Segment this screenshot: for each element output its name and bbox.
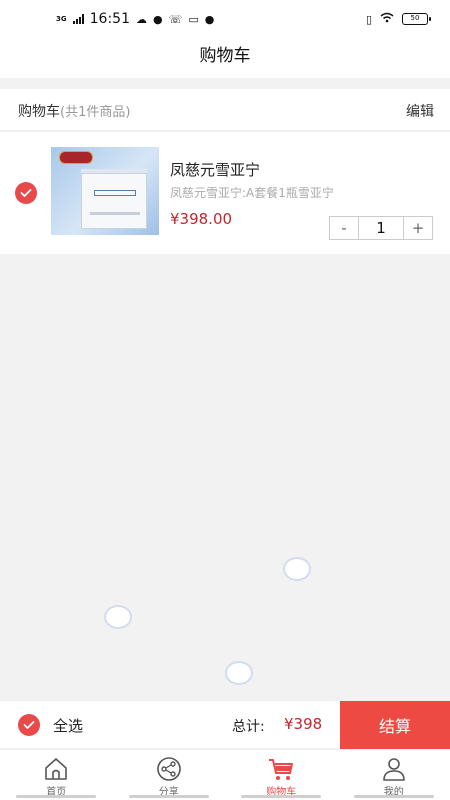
wifi-icon [380, 12, 394, 26]
phone-icon: ☏ [168, 12, 183, 26]
cloud-icon: ☁ [135, 12, 147, 26]
cart-item: 凤慈元雪亚宁 凤慈元雪亚宁:A套餐1瓶雪亚宁 ¥398.00 - 1 + [0, 132, 450, 254]
scroll-indicator [283, 557, 311, 581]
nav-bar: 购物车 [0, 38, 450, 78]
brand-logo [59, 151, 93, 164]
notification-icon: ▭ [188, 12, 199, 26]
check-icon [20, 189, 32, 197]
status-bar: 3G 16:51 ☁ ● ☏ ▭ ● ▯ 50 [0, 0, 450, 38]
product-price: ¥398.00 [170, 210, 233, 228]
tab-home[interactable]: 首页 [0, 750, 113, 800]
edit-button[interactable]: 编辑 [406, 101, 434, 121]
tab-cart[interactable]: 购物车 [225, 750, 338, 800]
user-icon [382, 758, 405, 781]
compass-icon: ● [152, 12, 163, 26]
share-icon [156, 757, 181, 781]
select-all-checkbox[interactable] [18, 714, 40, 736]
scroll-indicator [225, 661, 253, 685]
cart-summary: 购物车(共1件商品) [18, 101, 130, 121]
status-time: 16:51 [89, 11, 130, 27]
cart-count: (共1件商品) [60, 105, 131, 120]
increase-button[interactable]: + [404, 217, 432, 239]
status-left: 3G 16:51 ☁ ● ☏ ▭ ● [56, 11, 214, 27]
cart-icon [269, 759, 294, 780]
vibrate-icon: ▯ [365, 12, 372, 26]
signal-icon [72, 14, 84, 24]
message-icon: ● [204, 12, 215, 26]
network-type: 3G [56, 14, 67, 23]
product-name[interactable]: 凤慈元雪亚宁 [170, 159, 260, 180]
item-checkbox[interactable] [15, 182, 37, 204]
cart-label: 购物车 [18, 104, 60, 120]
checkout-button[interactable]: 结算 [340, 701, 450, 749]
tab-profile[interactable]: 我的 [338, 750, 450, 800]
decrease-button[interactable]: - [330, 217, 358, 239]
home-icon [45, 758, 68, 780]
select-all-label[interactable]: 全选 [53, 715, 83, 736]
product-box [81, 173, 147, 229]
total-label: 总计: [232, 719, 265, 735]
scroll-indicator [104, 605, 132, 629]
quantity-stepper: - 1 + [329, 216, 433, 240]
total-value: ¥398 [284, 715, 323, 733]
page-title: 购物车 [199, 46, 251, 66]
tab-bar: 首页 分享 购物车 我的 [0, 749, 450, 800]
product-spec: 凤慈元雪亚宁:A套餐1瓶雪亚宁 [170, 186, 334, 200]
check-icon [23, 721, 35, 729]
cart-header: 购物车(共1件商品) 编辑 [0, 89, 450, 131]
tab-share[interactable]: 分享 [113, 750, 226, 800]
product-image[interactable] [51, 147, 159, 235]
checkout-bar: 全选 总计: ¥398 结算 [0, 700, 450, 749]
battery-icon: 50 [402, 13, 431, 25]
status-right: ▯ 50 [365, 12, 431, 26]
quantity-value[interactable]: 1 [358, 217, 404, 239]
